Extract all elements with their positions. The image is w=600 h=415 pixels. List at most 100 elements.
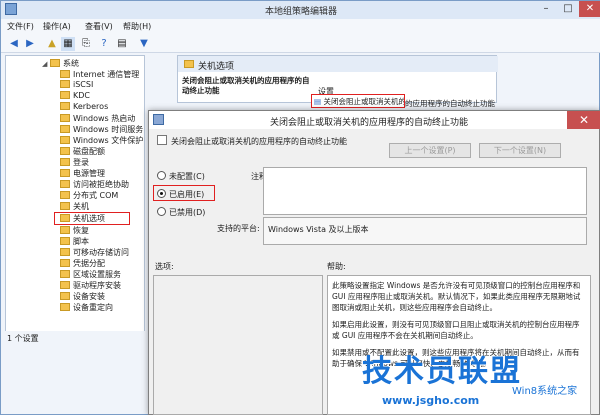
folder-icon [60, 180, 70, 188]
options-label: 选项: [155, 262, 174, 271]
tree-item[interactable]: Internet 通信管理 [60, 69, 139, 80]
radio-disabled-label: 已禁用(D) [169, 208, 206, 217]
folder-icon [60, 214, 70, 222]
dialog-title: 关闭会阻止或取消关机的应用程序的自动终止功能 [269, 118, 468, 128]
dialog-subtitle: 关闭会阻止或取消关机的应用程序的自动终止功能 [171, 137, 347, 146]
folder-icon [60, 270, 70, 278]
tree-item[interactable]: KDC [60, 91, 90, 102]
platform-value: Windows Vista 及以上版本 [268, 225, 369, 234]
help-paragraph: 如果启用此设置，则没有可见顶级窗口且阻止或取消关机的控制台应用程序或 GUI 应… [332, 320, 580, 340]
watermark-brand: 技术员联盟 [362, 354, 522, 389]
tree-item[interactable]: 磁盘配额 [60, 146, 105, 157]
radio-enabled[interactable] [157, 189, 166, 198]
help-icon[interactable]: ? [97, 37, 111, 51]
filter-icon[interactable]: ▼ [137, 37, 151, 51]
tree-item[interactable]: 恢复 [60, 225, 89, 236]
show-tree-icon[interactable]: ▦ [61, 37, 75, 51]
tree-item[interactable]: ◢ 系统 [42, 58, 79, 69]
folder-icon [60, 169, 70, 177]
dialog-app-icon [153, 114, 164, 125]
folder-icon [60, 91, 70, 99]
close-button[interactable]: ✕ [579, 1, 600, 17]
tree-item[interactable]: 电源管理 [60, 168, 105, 179]
minimize-button[interactable]: – [535, 1, 557, 17]
setting-list-item-overflow: 的应用程序的自动终止功能 [405, 99, 495, 108]
tree-item[interactable]: 凭据分配 [60, 258, 105, 269]
platform-box: Windows Vista 及以上版本 [263, 217, 587, 245]
tree-item[interactable]: 可移动存储访问 [60, 247, 129, 258]
folder-icon [60, 80, 70, 88]
tree-item[interactable]: 脚本 [60, 236, 89, 247]
menu-bar: 文件(F) 操作(A) 查看(V) 帮助(H) [1, 19, 600, 35]
tree-item[interactable]: iSCSI [60, 80, 93, 91]
menu-help[interactable]: 帮助(H) [123, 21, 151, 32]
radio-enabled-label: 已启用(E) [169, 190, 205, 199]
tree-item[interactable]: 设备重定向 [60, 302, 113, 313]
properties-icon[interactable]: ▤ [115, 37, 129, 51]
comment-textbox[interactable] [263, 167, 587, 215]
help-paragraph: 此策略设置指定 Windows 是否允许没有可见顶级窗口的控制台应用程序和 GU… [332, 281, 581, 312]
folder-icon [184, 60, 194, 68]
toolbar: ◀ ▶ ▲ ▦ ⎘ ? ▤ ▼ [1, 35, 600, 53]
policy-setting-icon [157, 135, 167, 145]
menu-view[interactable]: 查看(V) [85, 21, 113, 32]
folder-icon [60, 202, 70, 210]
radio-not-configured[interactable] [157, 171, 166, 180]
folder-icon [60, 281, 70, 289]
setting-description-title: 关闭会阻止或取消关机的应用程序的自动终止功能 [182, 76, 310, 95]
folder-icon [60, 147, 70, 155]
dialog-close-button[interactable]: ✕ [567, 111, 600, 129]
prev-setting-button[interactable]: 上一个设置(P) [389, 143, 471, 158]
tree-item[interactable]: 关机 [60, 201, 89, 212]
platform-label: 支持的平台: [217, 224, 260, 233]
folder-icon [60, 136, 70, 144]
window-title: 本地组策略编辑器 [264, 7, 337, 17]
back-icon[interactable]: ◀ [7, 37, 21, 51]
tree-item[interactable]: 驱动程序安装 [60, 280, 121, 291]
folder-icon [60, 237, 70, 245]
dialog-title-bar: 关闭会阻止或取消关机的应用程序的自动终止功能 ✕ [149, 111, 600, 129]
tree-item[interactable]: Kerberos [60, 102, 108, 113]
radio-disabled[interactable] [157, 207, 166, 216]
setting-list-item[interactable]: ▤ 关闭会阻止或取消关机的应用程序的自动终止功能 [311, 94, 405, 108]
folder-icon [60, 259, 70, 267]
options-pane [153, 275, 323, 415]
tree-item-selected[interactable]: 关机选项 [54, 212, 130, 225]
title-bar: 本地组策略编辑器 – □ ✕ [1, 1, 600, 19]
folder-icon [60, 303, 70, 311]
folder-icon [60, 70, 70, 78]
menu-action[interactable]: 操作(A) [43, 21, 71, 32]
tree-pane: ◢ 系统 Internet 通信管理 iSCSI KDC Kerberos Win… [5, 55, 145, 335]
tree-item[interactable]: 设备安装 [60, 291, 105, 302]
export-list-icon[interactable]: ⎘ [79, 37, 93, 51]
folder-icon [60, 191, 70, 199]
tree-item[interactable]: 分布式 COM [60, 190, 118, 201]
policy-icon: ▤ [314, 97, 322, 106]
radio-not-configured-label: 未配置(C) [169, 172, 205, 181]
tree-item[interactable]: 区域设置服务 [60, 269, 121, 280]
help-label: 帮助: [327, 262, 346, 271]
tree-item[interactable]: Windows 文件保护 [60, 135, 143, 146]
folder-icon [50, 59, 60, 67]
tree-item[interactable]: Windows 时间服务 [60, 124, 143, 135]
site-watermark: 技术员联盟 Win8系统之家 www.jsgho.com [352, 346, 582, 407]
status-bar: 1 个设置 [1, 331, 151, 345]
folder-icon [60, 125, 70, 133]
next-setting-button[interactable]: 下一个设置(N) [479, 143, 561, 158]
folder-icon [60, 102, 70, 110]
menu-file[interactable]: 文件(F) [7, 21, 34, 32]
forward-icon[interactable]: ▶ [23, 37, 37, 51]
tree-item[interactable]: 访问被拒绝协助 [60, 179, 129, 190]
up-folder-icon[interactable]: ▲ [45, 37, 59, 51]
tree-item[interactable]: 登录 [60, 157, 89, 168]
details-header-title: 关机选项 [198, 62, 235, 72]
folder-icon [60, 114, 70, 122]
folder-icon [60, 292, 70, 300]
collapse-icon[interactable]: ◢ [42, 60, 50, 68]
folder-icon [60, 248, 70, 256]
watermark-sub: Win8系统之家 [512, 386, 578, 397]
maximize-button[interactable]: □ [557, 1, 579, 17]
details-header: 关机选项 [178, 56, 498, 72]
watermark-url: www.jsgho.com [382, 394, 480, 407]
tree-item[interactable]: Windows 热启动 [60, 113, 135, 124]
